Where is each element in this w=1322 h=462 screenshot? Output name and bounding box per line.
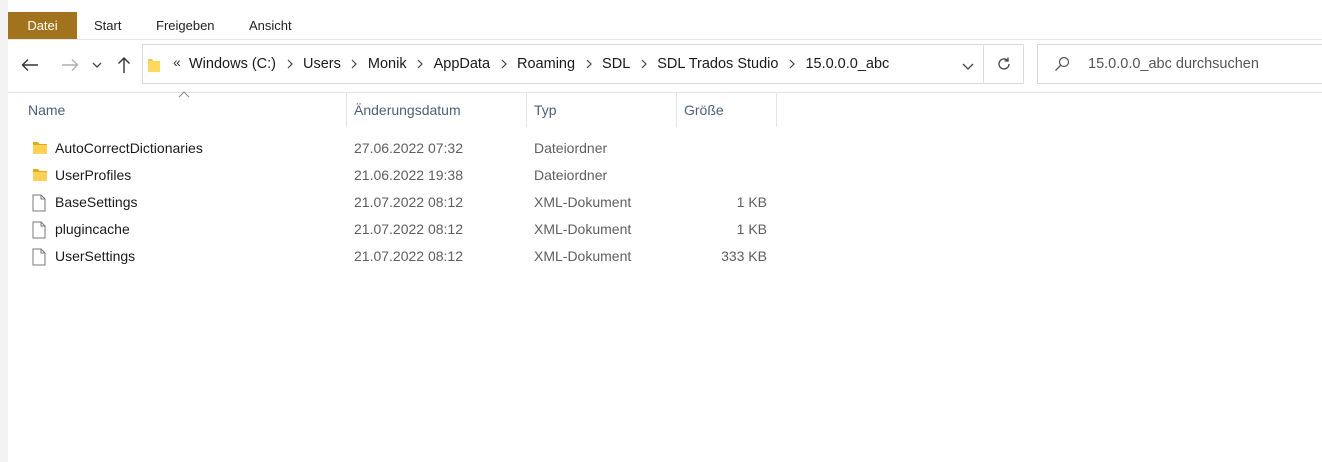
search-input[interactable] (1088, 45, 1322, 83)
folder-icon (148, 59, 160, 72)
breadcrumb: Windows (C:) Users Monik AppData Roaming… (189, 45, 889, 83)
file-type: Dateiordner (534, 140, 608, 156)
back-arrow-icon (21, 59, 38, 71)
file-name: AutoCorrectDictionaries (55, 140, 203, 156)
back-button[interactable] (18, 53, 42, 77)
file-icon (32, 248, 46, 266)
tab-freigeben[interactable]: Freigeben (146, 12, 225, 39)
background-window-edge (0, 0, 8, 462)
file-date: 21.07.2022 08:12 (354, 221, 463, 237)
breadcrumb-item[interactable]: AppData (434, 56, 490, 72)
file-row[interactable]: UserSettings 21.07.2022 08:12 XML-Dokume… (8, 243, 778, 270)
file-name: plugincache (55, 221, 130, 237)
search-box[interactable] (1037, 44, 1322, 84)
column-headers: Name Änderungsdatum Typ Größe (8, 91, 1322, 127)
column-header-size[interactable]: Größe (677, 93, 777, 127)
file-size: 1 KB (736, 194, 767, 210)
file-size (677, 135, 767, 162)
address-history-button[interactable] (957, 55, 979, 77)
file-type: Dateiordner (534, 167, 608, 183)
breadcrumb-separator-icon[interactable] (407, 59, 434, 69)
title-bar (8, 0, 1322, 10)
file-row[interactable]: BaseSettings 21.07.2022 08:12 XML-Dokume… (8, 189, 778, 216)
breadcrumb-separator-icon[interactable] (276, 59, 303, 69)
search-icon (1055, 56, 1070, 71)
breadcrumb-item[interactable]: Roaming (517, 56, 575, 72)
file-name: UserSettings (55, 248, 136, 264)
breadcrumb-item[interactable]: Monik (368, 56, 407, 72)
overflow-chevron-icon[interactable]: « (173, 54, 181, 70)
column-header-date[interactable]: Änderungsdatum (347, 93, 527, 127)
forward-button[interactable] (58, 53, 82, 77)
breadcrumb-separator-icon[interactable] (341, 59, 368, 69)
breadcrumb-item[interactable]: SDL (602, 56, 630, 72)
tab-start[interactable]: Start (84, 12, 131, 39)
breadcrumb-item[interactable]: SDL Trados Studio (657, 56, 778, 72)
refresh-button[interactable] (984, 44, 1024, 84)
address-bar[interactable]: « Windows (C:) Users Monik AppData Roami… (142, 44, 984, 84)
file-type: XML-Dokument (534, 248, 632, 264)
file-date: 21.07.2022 08:12 (354, 194, 463, 210)
file-date: 21.06.2022 19:38 (354, 167, 463, 183)
forward-arrow-icon (62, 59, 79, 71)
file-icon (32, 194, 46, 212)
up-arrow-icon (118, 57, 130, 73)
file-name: UserProfiles (55, 167, 132, 183)
file-name: BaseSettings (55, 194, 138, 210)
breadcrumb-item[interactable]: Windows (C:) (189, 56, 276, 72)
file-size (677, 162, 767, 189)
column-header-type[interactable]: Typ (527, 93, 677, 127)
file-date: 21.07.2022 08:12 (354, 248, 463, 264)
breadcrumb-item[interactable]: Users (303, 56, 341, 72)
ribbon-tabs: Datei Start Freigeben Ansicht (8, 10, 1322, 40)
file-date: 27.06.2022 07:32 (354, 140, 463, 156)
folder-icon (33, 169, 47, 181)
folder-icon (33, 142, 47, 154)
breadcrumb-separator-icon[interactable] (630, 59, 657, 69)
recent-locations-button[interactable] (88, 53, 106, 77)
file-size: 333 KB (721, 248, 767, 264)
file-type: XML-Dokument (534, 194, 632, 210)
breadcrumb-item-current[interactable]: 15.0.0.0_abc (805, 56, 889, 72)
chevron-down-icon (962, 63, 974, 70)
breadcrumb-separator-icon[interactable] (778, 59, 805, 69)
breadcrumb-separator-icon[interactable] (490, 59, 517, 69)
file-row[interactable]: AutoCorrectDictionaries 27.06.2022 07:32… (8, 135, 778, 162)
file-row[interactable]: UserProfiles 21.06.2022 19:38 Dateiordne… (8, 162, 778, 189)
file-icon (32, 221, 46, 239)
column-header-name[interactable]: Name (21, 93, 347, 127)
navigation-bar: « Windows (C:) Users Monik AppData Roami… (8, 41, 1322, 88)
file-size: 1 KB (736, 221, 767, 237)
up-button[interactable] (112, 53, 136, 77)
tab-ansicht[interactable]: Ansicht (239, 12, 302, 39)
file-type: XML-Dokument (534, 221, 632, 237)
refresh-icon (997, 57, 1010, 70)
breadcrumb-separator-icon[interactable] (575, 59, 602, 69)
file-row[interactable]: plugincache 21.07.2022 08:12 XML-Dokumen… (8, 216, 778, 243)
tab-datei[interactable]: Datei (8, 12, 77, 39)
chevron-down-icon (92, 62, 102, 68)
file-list: AutoCorrectDictionaries 27.06.2022 07:32… (8, 135, 1322, 270)
